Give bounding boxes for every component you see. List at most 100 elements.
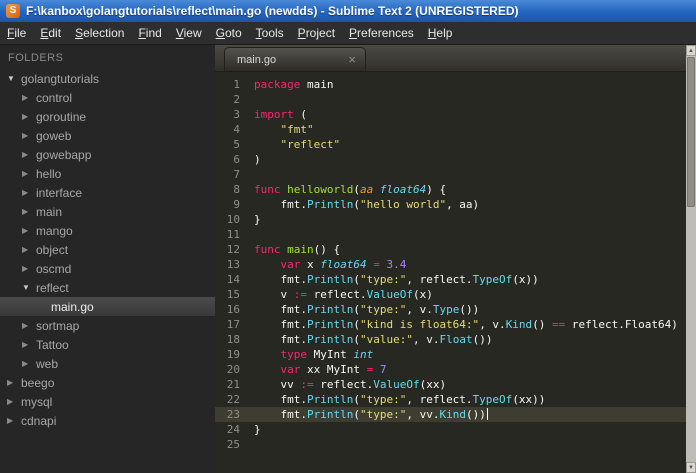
- code-line-text: vv := reflect.ValueOf(xx): [254, 378, 447, 391]
- code-line-14[interactable]: 14 fmt.Println("type:", reflect.TypeOf(x…: [215, 272, 686, 287]
- code-line-18[interactable]: 18 fmt.Println("value:", v.Float()): [215, 332, 686, 347]
- menu-find[interactable]: Find: [131, 22, 168, 44]
- chevron-right-icon[interactable]: ▶: [6, 378, 21, 387]
- menu-tools[interactable]: Tools: [249, 22, 291, 44]
- code-line-21[interactable]: 21 vv := reflect.ValueOf(xx): [215, 377, 686, 392]
- code-line-13[interactable]: 13 var x float64 = 3.4: [215, 257, 686, 272]
- code-line-9[interactable]: 9 fmt.Println("hello world", aa): [215, 197, 686, 212]
- menu-selection[interactable]: Selection: [68, 22, 131, 44]
- chevron-right-icon[interactable]: ▶: [21, 112, 36, 121]
- code-line-25[interactable]: 25: [215, 437, 686, 452]
- tree-item-goroutine[interactable]: ▶ goroutine: [0, 107, 215, 126]
- tree-item-oscmd[interactable]: ▶ oscmd: [0, 259, 215, 278]
- code-line-text: func helloworld(aa float64) {: [254, 183, 447, 196]
- tree-item-object[interactable]: ▶ object: [0, 240, 215, 259]
- code-editor[interactable]: 1 package main 2 3 import (4 "fmt" 5 "reflect…: [215, 72, 686, 473]
- scroll-up-arrow-icon[interactable]: ▲: [686, 45, 696, 56]
- chevron-right-icon[interactable]: ▶: [21, 207, 36, 216]
- chevron-right-icon[interactable]: ▶: [21, 93, 36, 102]
- code-line-text: [249, 437, 254, 452]
- code-line-text: fmt.Println("type:", reflect.TypeOf(xx)): [254, 393, 546, 406]
- scrollbar-thumb[interactable]: [687, 57, 695, 207]
- vertical-scrollbar[interactable]: ▲ ▼: [686, 45, 696, 473]
- tree-item-Tattoo[interactable]: ▶ Tattoo: [0, 335, 215, 354]
- chevron-right-icon[interactable]: ▶: [21, 150, 36, 159]
- code-line-10[interactable]: 10}: [215, 212, 686, 227]
- menu-file[interactable]: File: [0, 22, 33, 44]
- chevron-right-icon[interactable]: ▶: [6, 416, 21, 425]
- scroll-down-arrow-icon[interactable]: ▼: [686, 462, 696, 473]
- code-line-3[interactable]: 3 import (: [215, 107, 686, 122]
- menu-help[interactable]: Help: [421, 22, 460, 44]
- menu-view[interactable]: View: [169, 22, 209, 44]
- line-number: 3: [233, 108, 240, 121]
- chevron-right-icon[interactable]: ▶: [21, 340, 36, 349]
- chevron-right-icon[interactable]: ▶: [6, 397, 21, 406]
- chevron-right-icon[interactable]: ▶: [21, 359, 36, 368]
- menu-project[interactable]: Project: [291, 22, 342, 44]
- line-number: 8: [233, 183, 240, 196]
- menu-goto[interactable]: Goto: [209, 22, 249, 44]
- code-line-4[interactable]: 4 "fmt": [215, 122, 686, 137]
- code-line-1[interactable]: 1 package main: [215, 77, 686, 92]
- title-bar[interactable]: S F:\kanbox\golangtutorials\reflect\main…: [0, 0, 696, 22]
- code-line-text: fmt.Println("kind is float64:", v.Kind()…: [254, 318, 678, 331]
- tree-item-main[interactable]: ▶ main: [0, 202, 215, 221]
- tree-item-reflect[interactable]: ▼ reflect: [0, 278, 215, 297]
- code-line-11[interactable]: 11: [215, 227, 686, 242]
- menu-edit[interactable]: Edit: [33, 22, 68, 44]
- tab-close-icon[interactable]: ×: [348, 53, 356, 66]
- line-number: 16: [226, 303, 240, 316]
- code-line-15[interactable]: 15 v := reflect.ValueOf(x): [215, 287, 686, 302]
- tree-item-golangtutorials[interactable]: ▼ golangtutorials: [0, 69, 215, 88]
- code-line-5[interactable]: 5 "reflect": [215, 137, 686, 152]
- scrollbar-track[interactable]: [686, 208, 696, 462]
- line-number: 2: [233, 93, 240, 106]
- code-line-text: var x float64 = 3.4: [280, 258, 407, 271]
- tree-item-interface[interactable]: ▶ interface: [0, 183, 215, 202]
- code-line-19[interactable]: 19 type MyInt int: [215, 347, 686, 362]
- tree-item-hello[interactable]: ▶ hello: [0, 164, 215, 183]
- tree-item-label: hello: [36, 166, 62, 181]
- code-line-text: fmt.Println("value:", v.Float()): [254, 333, 493, 346]
- chevron-right-icon[interactable]: ▶: [21, 321, 36, 330]
- code-line-6[interactable]: 6): [215, 152, 686, 167]
- tree-item-gowebapp[interactable]: ▶ gowebapp: [0, 145, 215, 164]
- code-line-text: ): [254, 153, 261, 166]
- menu-preferences[interactable]: Preferences: [342, 22, 421, 44]
- tree-item-label: control: [36, 90, 73, 105]
- tree-item-goweb[interactable]: ▶ goweb: [0, 126, 215, 145]
- code-line-7[interactable]: 7: [215, 167, 686, 182]
- tree-item-web[interactable]: ▶ web: [0, 354, 215, 373]
- code-line-2[interactable]: 2: [215, 92, 686, 107]
- tree-item-control[interactable]: ▶ control: [0, 88, 215, 107]
- code-line-12[interactable]: 12 func main() {: [215, 242, 686, 257]
- chevron-right-icon[interactable]: ▶: [21, 245, 36, 254]
- app-icon: S: [6, 4, 20, 18]
- chevron-right-icon[interactable]: ▶: [21, 226, 36, 235]
- tree-item-beego[interactable]: ▶ beego: [0, 373, 215, 392]
- tree-item-mango[interactable]: ▶ mango: [0, 221, 215, 240]
- tree-item-mysql[interactable]: ▶ mysql: [0, 392, 215, 411]
- code-line-22[interactable]: 22 fmt.Println("type:", reflect.TypeOf(x…: [215, 392, 686, 407]
- line-number: 13: [226, 258, 240, 271]
- sublime-window: S F:\kanbox\golangtutorials\reflect\main…: [0, 0, 696, 473]
- code-line-23[interactable]: 23 fmt.Println("type:", vv.Kind()): [215, 407, 686, 422]
- code-line-16[interactable]: 16 fmt.Println("type:", v.Type()): [215, 302, 686, 317]
- tree-item-sortmap[interactable]: ▶ sortmap: [0, 316, 215, 335]
- code-line-17[interactable]: 17 fmt.Println("kind is float64:", v.Kin…: [215, 317, 686, 332]
- chevron-right-icon[interactable]: ▶: [21, 131, 36, 140]
- chevron-down-icon[interactable]: ▼: [21, 283, 36, 292]
- tab-main.go[interactable]: main.go ×: [224, 47, 366, 71]
- code-line-text: [249, 167, 254, 182]
- chevron-right-icon[interactable]: ▶: [21, 264, 36, 273]
- code-line-20[interactable]: 20 var xx MyInt = 7: [215, 362, 686, 377]
- code-line-24[interactable]: 24}: [215, 422, 686, 437]
- code-line-text: [249, 92, 254, 107]
- chevron-right-icon[interactable]: ▶: [21, 188, 36, 197]
- tree-item-cdnapi[interactable]: ▶ cdnapi: [0, 411, 215, 430]
- tree-item-main.go[interactable]: main.go: [0, 297, 215, 316]
- code-line-8[interactable]: 8 func helloworld(aa float64) {: [215, 182, 686, 197]
- chevron-down-icon[interactable]: ▼: [6, 74, 21, 83]
- chevron-right-icon[interactable]: ▶: [21, 169, 36, 178]
